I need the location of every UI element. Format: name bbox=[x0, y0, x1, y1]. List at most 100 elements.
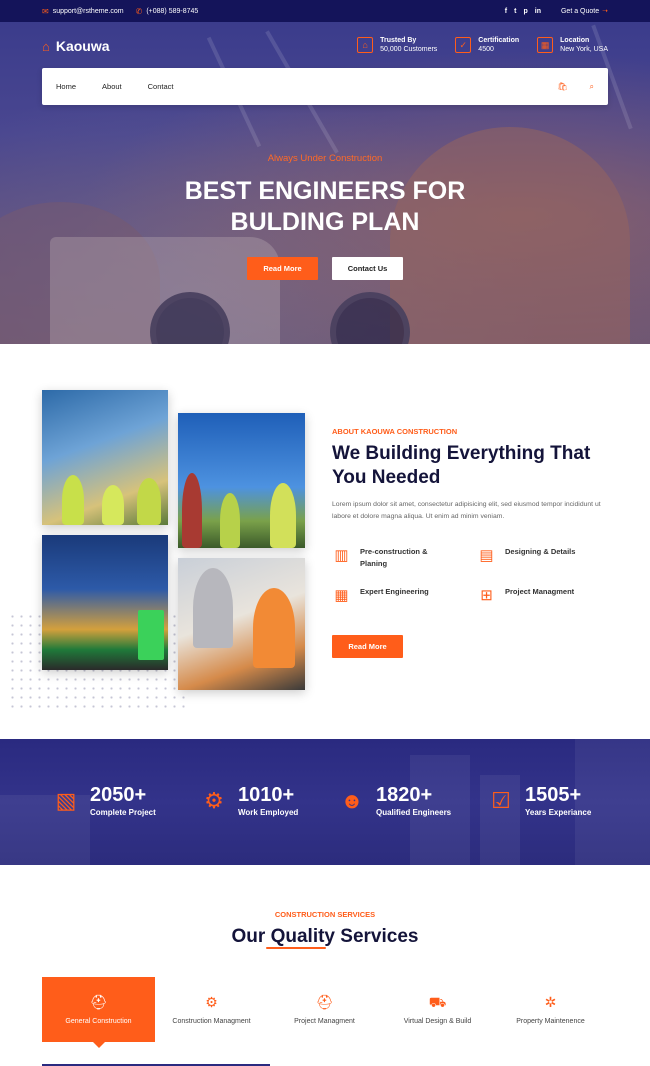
tab-project-managment[interactable]: ⛑ Project Managment bbox=[268, 977, 381, 1042]
social-links: f t p in bbox=[505, 8, 541, 15]
stat-engineers: ☻ 1820+ Qualified Engineers bbox=[338, 784, 451, 817]
stat-employed: ⚙ 1010+ Work Employed bbox=[200, 784, 298, 817]
truck-icon: ⛟ bbox=[428, 994, 447, 1010]
about-features: ▥ Pre-construction & Planing ▤ Designing… bbox=[332, 546, 610, 605]
project-icon: ▧ bbox=[55, 787, 77, 813]
info-title: Certification bbox=[478, 37, 520, 44]
email-contact[interactable]: ✉ support@rstheme.com bbox=[42, 7, 124, 16]
main-nav: Home About Contact 🛍 ⌕ bbox=[42, 68, 608, 105]
worker-figure bbox=[102, 485, 124, 525]
scaffold-icon: ⊞ bbox=[480, 587, 493, 604]
title-underline bbox=[266, 947, 326, 949]
cart-icon[interactable]: 🛍 bbox=[557, 82, 567, 92]
stat-number: 1820+ bbox=[376, 784, 433, 806]
feature-item: ▥ Pre-construction & Planing bbox=[332, 546, 477, 570]
engineers-photo bbox=[42, 390, 168, 525]
header-info: ⌂ Trusted By 50,000 Customers ✓ Certifica… bbox=[357, 36, 608, 54]
worker-figure bbox=[182, 473, 202, 548]
stat-projects: ▧ 2050+ Complete Project bbox=[52, 784, 156, 817]
info-title: Location bbox=[560, 37, 590, 44]
services-tabs: ⛑ General Construction ⚙ Construction Ma… bbox=[42, 977, 608, 1048]
tab-property-maintenance[interactable]: ✲ Property Maintenence bbox=[494, 977, 607, 1042]
worker-figure bbox=[253, 588, 295, 668]
blueprint-icon: ▤ bbox=[479, 547, 494, 564]
facebook-icon[interactable]: f bbox=[505, 8, 507, 15]
tab-general-construction[interactable]: ⛑ General Construction bbox=[42, 977, 155, 1048]
tab-label: Construction Managment bbox=[172, 1018, 251, 1025]
logo-icon: ⌂ bbox=[42, 38, 50, 54]
wrench-gear-icon: ✲ bbox=[544, 994, 557, 1010]
info-certification: ✓ Certification 4500 bbox=[455, 36, 519, 54]
tower-icon: ▦ bbox=[334, 587, 349, 604]
get-quote-link[interactable]: Get a Quote ➝ bbox=[560, 7, 608, 16]
brand-logo[interactable]: ⌂ Kaouwa bbox=[42, 38, 110, 54]
phone-contact[interactable]: ✆ (+088) 589-8745 bbox=[136, 7, 199, 16]
info-value: 4500 bbox=[478, 46, 494, 53]
hero-contact-button[interactable]: Contact Us bbox=[332, 257, 403, 280]
worker-figure bbox=[137, 478, 161, 525]
house-icon: ⌂ bbox=[357, 37, 374, 53]
hero-title-line-2: BULDING PLAN bbox=[230, 208, 420, 236]
info-location: ▦ Location New York, USA bbox=[537, 36, 608, 54]
pinterest-icon[interactable]: p bbox=[523, 8, 527, 15]
about-read-more-button[interactable]: Read More bbox=[332, 635, 403, 658]
services-subtitle: CONSTRUCTION SERVICES bbox=[274, 910, 376, 919]
tab-label: Virtual Design & Build bbox=[403, 1018, 472, 1025]
tab-construction-managment[interactable]: ⚙ Construction Managment bbox=[155, 977, 268, 1042]
stats-section: ▧ 2050+ Complete Project ⚙ 1010+ Work Empl… bbox=[0, 739, 650, 865]
building-icon: ▥ bbox=[334, 547, 349, 564]
nav-icons: 🛍 ⌕ bbox=[557, 82, 594, 92]
info-value: New York, USA bbox=[560, 46, 608, 53]
stat-label: Work Employed bbox=[238, 808, 299, 817]
info-value: 50,000 Customers bbox=[380, 46, 438, 53]
linkedin-icon[interactable]: in bbox=[535, 8, 541, 15]
stat-experience: ☑ 1505+ Years Experiance bbox=[487, 784, 591, 817]
get-quote-label: Get a Quote bbox=[560, 7, 600, 15]
feature-label: Pre-construction & Planing bbox=[360, 547, 428, 568]
nav-link-about[interactable]: About bbox=[102, 82, 122, 91]
stat-label: Qualified Engineers bbox=[376, 808, 452, 817]
engineer-icon: ☻ bbox=[340, 787, 364, 813]
stat-label: Complete Project bbox=[90, 808, 156, 817]
brand-name: Kaouwa bbox=[55, 38, 110, 54]
engineers-plan-photo bbox=[178, 558, 305, 690]
check-square-icon: ✓ bbox=[455, 37, 472, 53]
top-bar: ✉ support@rstheme.com ✆ (+088) 589-8745 … bbox=[0, 0, 650, 22]
tab-label: Property Maintenence bbox=[516, 1018, 585, 1025]
hero-read-more-button[interactable]: Read More bbox=[247, 257, 318, 280]
nav-link-home[interactable]: Home bbox=[56, 82, 76, 91]
helmet-icon: ⛑ bbox=[89, 994, 108, 1010]
feature-item: ▦ Expert Engineering bbox=[332, 586, 477, 605]
info-title: Trusted By bbox=[380, 37, 417, 44]
tab-label: General Construction bbox=[65, 1018, 132, 1025]
hero-title: BEST ENGINEERS FOR BULDING PLAN bbox=[0, 176, 650, 238]
gear-icon: ⚙ bbox=[204, 787, 224, 813]
tab-label: Project Managment bbox=[294, 1018, 355, 1025]
email-text: support@rstheme.com bbox=[52, 7, 124, 15]
map-icon: ▦ bbox=[537, 37, 554, 53]
search-icon[interactable]: ⌕ bbox=[590, 82, 594, 92]
tab-virtual-design[interactable]: ⛟ Virtual Design & Build bbox=[381, 977, 494, 1042]
helmet-icon: ⛑ bbox=[315, 994, 334, 1010]
services-title: Our Quality Services bbox=[231, 926, 419, 947]
about-text: Lorem ipsum dolor sit amet, consectetur … bbox=[332, 501, 601, 520]
envelope-icon: ✉ bbox=[42, 6, 49, 16]
hero-title-line-1: BEST ENGINEERS FOR bbox=[184, 177, 466, 205]
hero-subtitle: Always Under Construction bbox=[267, 153, 383, 164]
worker-figure bbox=[220, 493, 240, 548]
phone-icon: ✆ bbox=[135, 6, 143, 16]
about-title: We Building Everything That You Needed bbox=[332, 443, 591, 488]
crane-night-photo bbox=[42, 535, 168, 670]
gear-icon: ⚙ bbox=[205, 994, 218, 1010]
feature-label: Project Managment bbox=[505, 587, 575, 596]
building-light bbox=[138, 610, 164, 660]
worker-figure bbox=[193, 568, 233, 648]
nav-link-contact[interactable]: Contact bbox=[148, 82, 174, 91]
about-subtitle: ABOUT KAOUWA CONSTRUCTION bbox=[332, 427, 458, 436]
phone-text: (+088) 589-8745 bbox=[146, 7, 199, 15]
worker-figure bbox=[270, 483, 296, 548]
twitter-icon[interactable]: t bbox=[514, 8, 516, 15]
stat-number: 1010+ bbox=[238, 784, 295, 806]
hero-buttons: Read More Contact Us bbox=[0, 257, 650, 280]
feature-item: ⊞ Project Managment bbox=[477, 586, 610, 605]
